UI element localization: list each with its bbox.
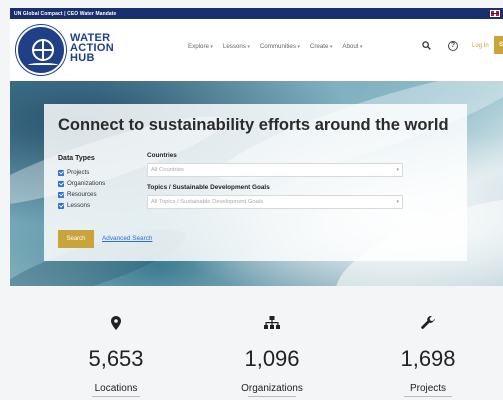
water-action-hub-wordmark[interactable]: WATER ACTION HUB xyxy=(70,33,114,64)
help-icon[interactable]: ? xyxy=(448,41,458,51)
checkbox-label: Lessons xyxy=(67,202,91,209)
checkbox-checked-icon[interactable] xyxy=(58,180,64,187)
countries-select[interactable]: All Countries ▾ xyxy=(147,163,403,177)
checkbox-checked-icon[interactable] xyxy=(58,202,64,209)
wrench-icon xyxy=(421,316,435,329)
underline xyxy=(248,396,296,397)
search-button[interactable]: Search xyxy=(58,230,94,248)
stat-label: Locations xyxy=(94,383,138,394)
chevron-down-icon: ▾ xyxy=(396,199,399,205)
topics-placeholder: All Topics / Sustainable Development Goa… xyxy=(151,199,264,205)
checkbox-resources[interactable]: Resources xyxy=(58,191,97,198)
wordmark-line-3: HUB xyxy=(70,52,95,64)
checkbox-label: Organizations xyxy=(67,180,106,187)
chevron-down-icon: ▾ xyxy=(396,167,399,173)
stat-value: 5,653 xyxy=(88,346,144,371)
checkbox-lessons[interactable]: Lessons xyxy=(58,202,90,209)
checkbox-label: Resources xyxy=(67,191,97,198)
nav-about[interactable]: About xyxy=(342,43,362,50)
checkbox-projects[interactable]: Projects xyxy=(58,169,89,176)
countries-label: Countries xyxy=(147,152,177,159)
utility-bar: UN Global Compact | CEO Water Mandate xyxy=(10,8,503,19)
main-nav: Explore Lessons Communities Create About xyxy=(188,43,362,50)
checkbox-checked-icon[interactable] xyxy=(58,169,64,176)
site-header: WATER ACTION HUB Explore Lessons Communi… xyxy=(10,19,503,81)
topics-label: Topics / Sustainable Development Goals xyxy=(147,184,270,191)
search-icon[interactable] xyxy=(422,41,431,50)
wave-icon xyxy=(28,63,58,67)
stat-value: 1,698 xyxy=(400,346,456,371)
underline xyxy=(404,396,452,397)
login-link[interactable]: Log In xyxy=(472,43,489,49)
nav-communities[interactable]: Communities xyxy=(260,43,300,50)
stats-section: 5,653 Locations 1,096 Organizations 1,69… xyxy=(10,286,503,400)
data-types-label: Data Types xyxy=(58,155,95,162)
nav-lessons[interactable]: Lessons xyxy=(223,43,250,50)
checkbox-organizations[interactable]: Organizations xyxy=(58,180,105,187)
topics-select[interactable]: All Topics / Sustainable Development Goa… xyxy=(147,195,403,209)
search-panel: Connect to sustainability efforts around… xyxy=(44,104,467,261)
advanced-search-link[interactable]: Advanced Search xyxy=(102,235,152,242)
checkbox-label: Projects xyxy=(67,169,90,176)
utility-links[interactable]: UN Global Compact | CEO Water Mandate xyxy=(10,11,116,17)
org-chart-icon xyxy=(264,316,280,329)
uk-flag-icon[interactable] xyxy=(490,10,500,17)
checkbox-checked-icon[interactable] xyxy=(58,191,64,198)
signup-button[interactable]: Si xyxy=(494,36,503,54)
hero-title: Connect to sustainability efforts around… xyxy=(58,116,449,134)
stat-label: Projects xyxy=(409,383,447,394)
countries-placeholder: All Countries xyxy=(151,167,184,173)
stat-label: Organizations xyxy=(241,383,303,394)
stat-value: 1,096 xyxy=(244,346,300,371)
nav-explore[interactable]: Explore xyxy=(188,43,213,50)
underline xyxy=(92,396,140,397)
nav-create[interactable]: Create xyxy=(310,43,332,50)
location-pin-icon xyxy=(111,316,121,330)
un-global-compact-logo[interactable] xyxy=(16,25,66,75)
globe-icon xyxy=(32,39,54,61)
